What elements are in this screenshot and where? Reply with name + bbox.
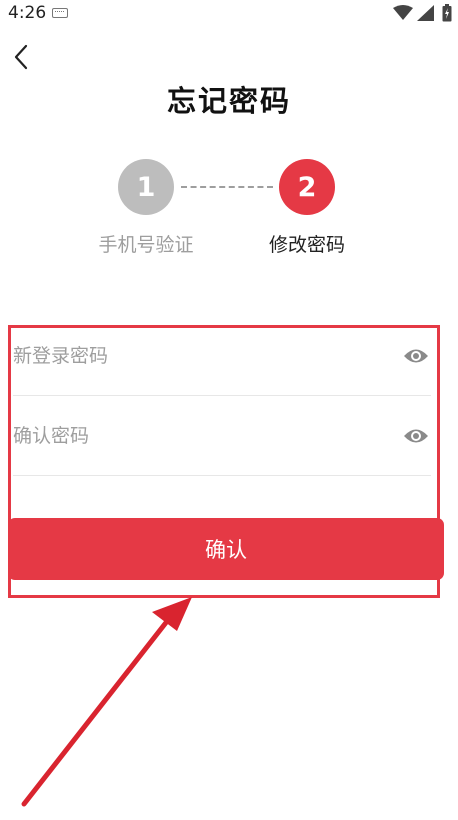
new-password-input[interactable] — [13, 316, 383, 396]
step-1-circle: 1 — [118, 159, 174, 215]
chevron-left-icon — [14, 44, 28, 70]
step-2-circle: 2 — [279, 159, 335, 215]
status-bar: 4:26 — [0, 0, 458, 28]
back-button[interactable] — [8, 42, 36, 72]
step-connector — [181, 186, 273, 188]
wifi-icon — [393, 5, 413, 20]
battery-icon — [442, 4, 452, 22]
confirm-button[interactable]: 确认 — [8, 518, 444, 580]
step-1-label: 手机号验证 — [98, 234, 194, 256]
new-password-field — [13, 316, 431, 396]
forgot-password-screen: 4:26 忘记密码 1 2 手机号验证 修改密码 确认 — [0, 0, 458, 820]
page-title: 忘记密码 — [166, 84, 291, 118]
eye-icon[interactable] — [403, 424, 429, 448]
step-2-label: 修改密码 — [268, 234, 345, 256]
confirm-password-field — [13, 396, 431, 476]
status-time: 4:26 — [8, 3, 47, 23]
signal-icon — [417, 5, 434, 21]
keyboard-icon — [52, 8, 68, 18]
eye-icon[interactable] — [403, 344, 429, 368]
confirm-password-input[interactable] — [13, 396, 383, 476]
